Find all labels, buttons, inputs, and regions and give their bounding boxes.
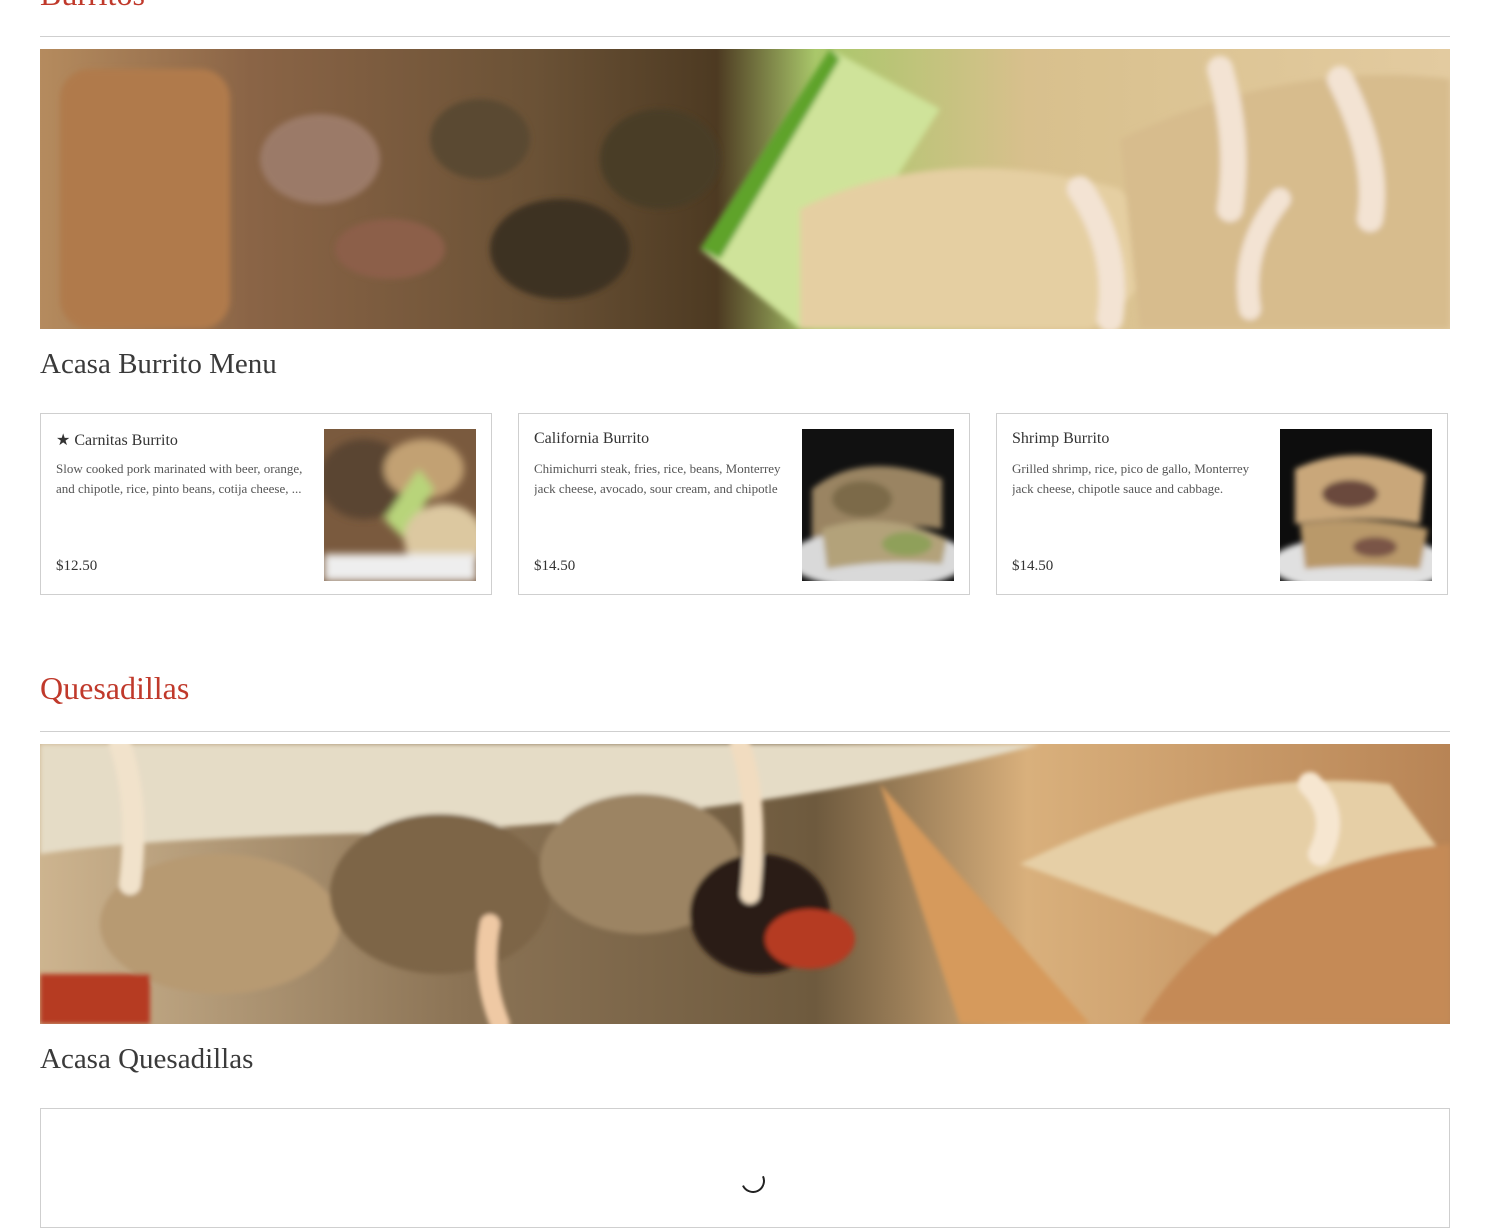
quesadilla-items-loading — [40, 1108, 1450, 1228]
menu-item-price: $14.50 — [534, 558, 576, 574]
section-title-quesadillas: Quesadillas — [40, 670, 190, 706]
menu-title-burritos: Acasa Burrito Menu — [40, 348, 277, 380]
loading-spinner-icon — [737, 1165, 769, 1197]
menu-title-quesadillas: Acasa Quesadillas — [40, 1043, 254, 1075]
menu-item-name: California Burrito — [534, 430, 650, 447]
menu-item-card[interactable]: California Burrito Chimichurri steak, fr… — [518, 413, 970, 595]
menu-item-name: Shrimp Burrito — [1012, 430, 1110, 447]
menu-item-name: ★ Carnitas Burrito — [56, 432, 178, 449]
section-title-burritos: Burritos — [40, 0, 145, 10]
menu-item-photo — [324, 429, 476, 581]
quesadillas-banner-image — [40, 744, 1450, 1024]
menu-item-card[interactable]: ★ Carnitas Burrito Slow cooked pork mari… — [40, 413, 492, 595]
menu-item-description: Chimichurri steak, fries, rice, beans, M… — [534, 461, 781, 496]
menu-item-price: $12.50 — [56, 558, 98, 574]
menu-item-price: $14.50 — [1012, 558, 1054, 574]
menu-item-photo — [802, 429, 954, 581]
menu-item-description: Slow cooked pork marinated with beer, or… — [56, 461, 303, 496]
menu-item-photo — [1280, 429, 1432, 581]
section-divider — [40, 36, 1450, 37]
section-divider — [40, 731, 1450, 732]
burritos-banner-image — [40, 49, 1450, 329]
menu-item-description: Grilled shrimp, rice, pico de gallo, Mon… — [1012, 461, 1250, 496]
menu-item-card[interactable]: Shrimp Burrito Grilled shrimp, rice, pic… — [996, 413, 1448, 595]
burrito-items-grid: ★ Carnitas Burrito Slow cooked pork mari… — [40, 413, 1450, 597]
